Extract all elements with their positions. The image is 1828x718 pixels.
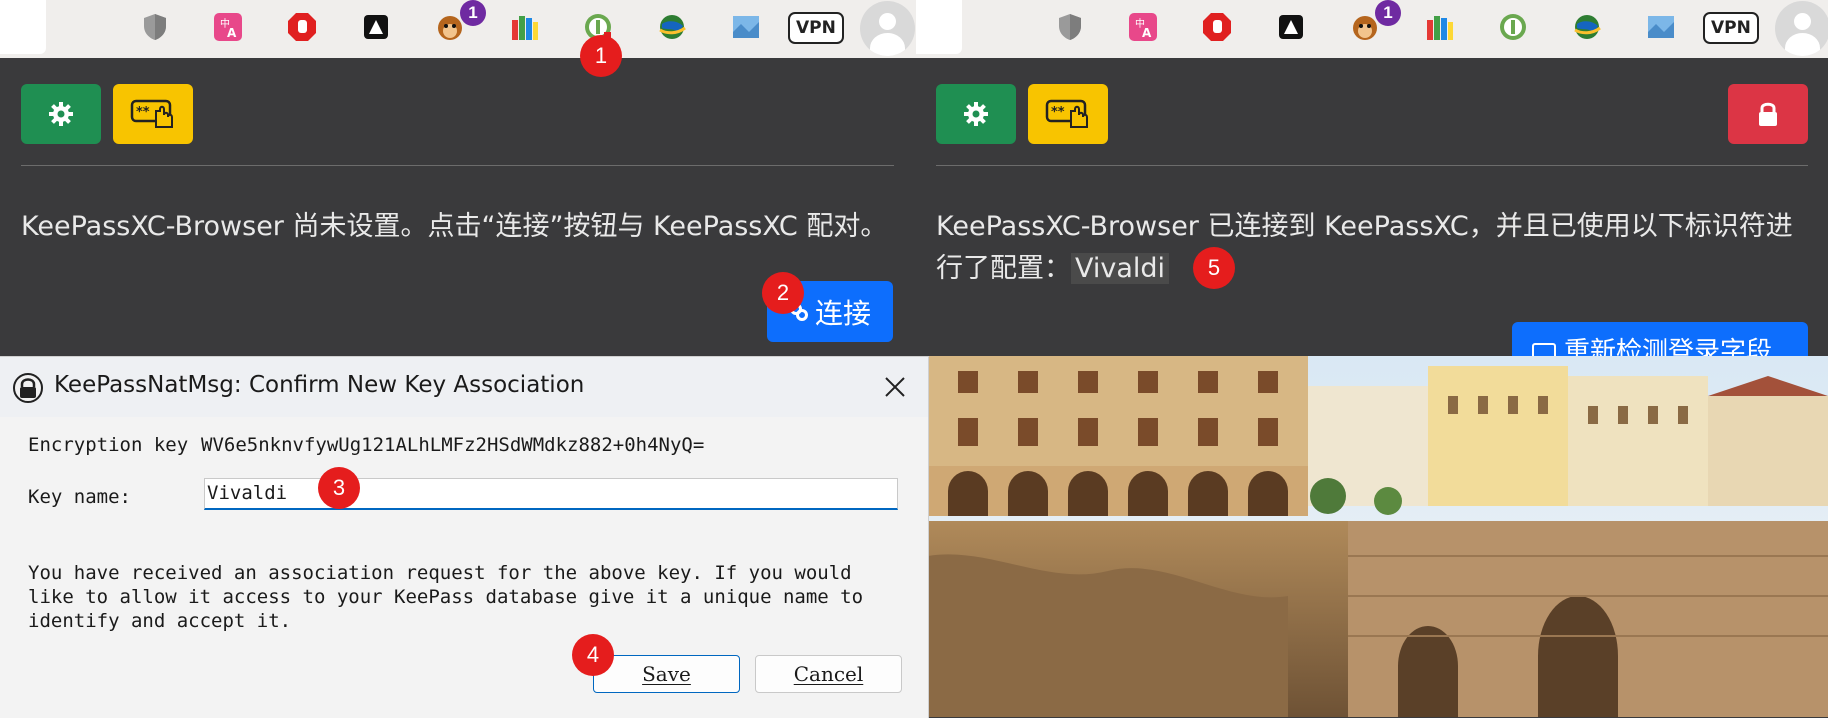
step-marker-2: 2 <box>762 272 804 314</box>
password-generator-button[interactable]: ** <box>113 84 193 144</box>
lock-icon <box>1759 102 1777 126</box>
confirm-key-dialog: KeePassNatMsg: Confirm New Key Associati… <box>0 356 929 718</box>
shield-icon[interactable] <box>1055 12 1085 42</box>
divider <box>936 165 1808 166</box>
gear-icon <box>49 102 73 126</box>
globe-icon[interactable] <box>657 12 687 42</box>
translate-icon[interactable]: 中A <box>1128 12 1158 42</box>
notification-badge: 1 <box>460 0 486 26</box>
save-label: Save <box>642 662 691 686</box>
key-name-value: Vivaldi <box>207 482 288 504</box>
dialog-body-text: You have received an association request… <box>28 562 864 632</box>
dialog-titlebar[interactable]: KeePassNatMsg: Confirm New Key Associati… <box>0 357 928 417</box>
divider <box>21 165 894 166</box>
globe-icon[interactable] <box>1572 12 1602 42</box>
connect-label: 连接 <box>814 296 871 330</box>
key-name-input[interactable]: Vivaldi <box>204 478 898 510</box>
step-marker-4: 4 <box>572 634 614 676</box>
svg-text:**: ** <box>136 105 150 120</box>
svg-text:A: A <box>1142 26 1152 40</box>
cancel-label: Cancel <box>793 662 864 686</box>
status-message: KeePassXC-Browser 已连接到 KeePassXC，并且已使用以下… <box>936 206 1816 290</box>
bottles-icon[interactable] <box>1424 12 1454 42</box>
step-marker-1: 1 <box>580 35 622 77</box>
key-name-label: Key name: <box>28 486 131 508</box>
status-message: KeePassXC-Browser 尚未设置。点击“连接”按钮与 KeePass… <box>21 211 888 242</box>
stop-hand-icon[interactable] <box>287 12 317 42</box>
address-bar-end[interactable] <box>916 0 962 54</box>
tab-icon[interactable] <box>361 12 391 42</box>
close-button[interactable] <box>873 367 917 407</box>
status-message-text: KeePassXC-Browser 已连接到 KeePassXC，并且已使用以下… <box>936 211 1793 284</box>
profile-avatar[interactable] <box>1775 1 1828 56</box>
address-bar-end[interactable] <box>0 0 46 54</box>
shield-icon[interactable] <box>140 12 170 42</box>
vpn-icon[interactable]: VPN <box>1703 12 1759 44</box>
svg-text:**: ** <box>1051 105 1065 120</box>
step-marker-5: 5 <box>1193 247 1235 289</box>
stop-hand-icon[interactable] <box>1202 12 1232 42</box>
cancel-button[interactable]: Cancel <box>755 655 902 693</box>
dialog-title: KeePassNatMsg: Confirm New Key Associati… <box>54 372 585 398</box>
keepassxc-icon[interactable] <box>1498 12 1528 42</box>
lock-database-button[interactable] <box>1728 84 1808 144</box>
password-hand-icon: ** <box>130 99 173 128</box>
svg-text:A: A <box>227 26 237 40</box>
keepass-lock-icon <box>13 373 43 403</box>
encryption-key-label: Encryption key <box>28 434 189 456</box>
close-icon <box>885 377 905 397</box>
browser-toolbar-left: 中A 1 VPN <box>0 0 915 58</box>
encryption-key-value: WV6e5nknvfywUg121ALhLMFz2HSdWMdkz882+0h4… <box>201 434 705 456</box>
browser-toolbar-right: 中A 1 VPN <box>915 0 1828 58</box>
notification-badge: 1 <box>1375 0 1401 26</box>
tab-icon[interactable] <box>1276 12 1306 42</box>
background-photo <box>928 356 1828 717</box>
gear-icon <box>964 102 988 126</box>
settings-button[interactable] <box>21 84 101 144</box>
translate-icon[interactable]: 中A <box>213 12 243 42</box>
settings-button[interactable] <box>936 84 1016 144</box>
password-generator-button[interactable]: ** <box>1028 84 1108 144</box>
password-hand-icon: ** <box>1045 99 1088 128</box>
identifier-chip: Vivaldi <box>1071 253 1170 284</box>
map-icon[interactable] <box>1646 12 1676 42</box>
save-button[interactable]: Save <box>593 655 740 693</box>
vpn-icon[interactable]: VPN <box>788 12 844 44</box>
map-icon[interactable] <box>731 12 761 42</box>
step-marker-3: 3 <box>318 467 360 509</box>
profile-avatar[interactable] <box>860 1 915 56</box>
bottles-icon[interactable] <box>509 12 539 42</box>
